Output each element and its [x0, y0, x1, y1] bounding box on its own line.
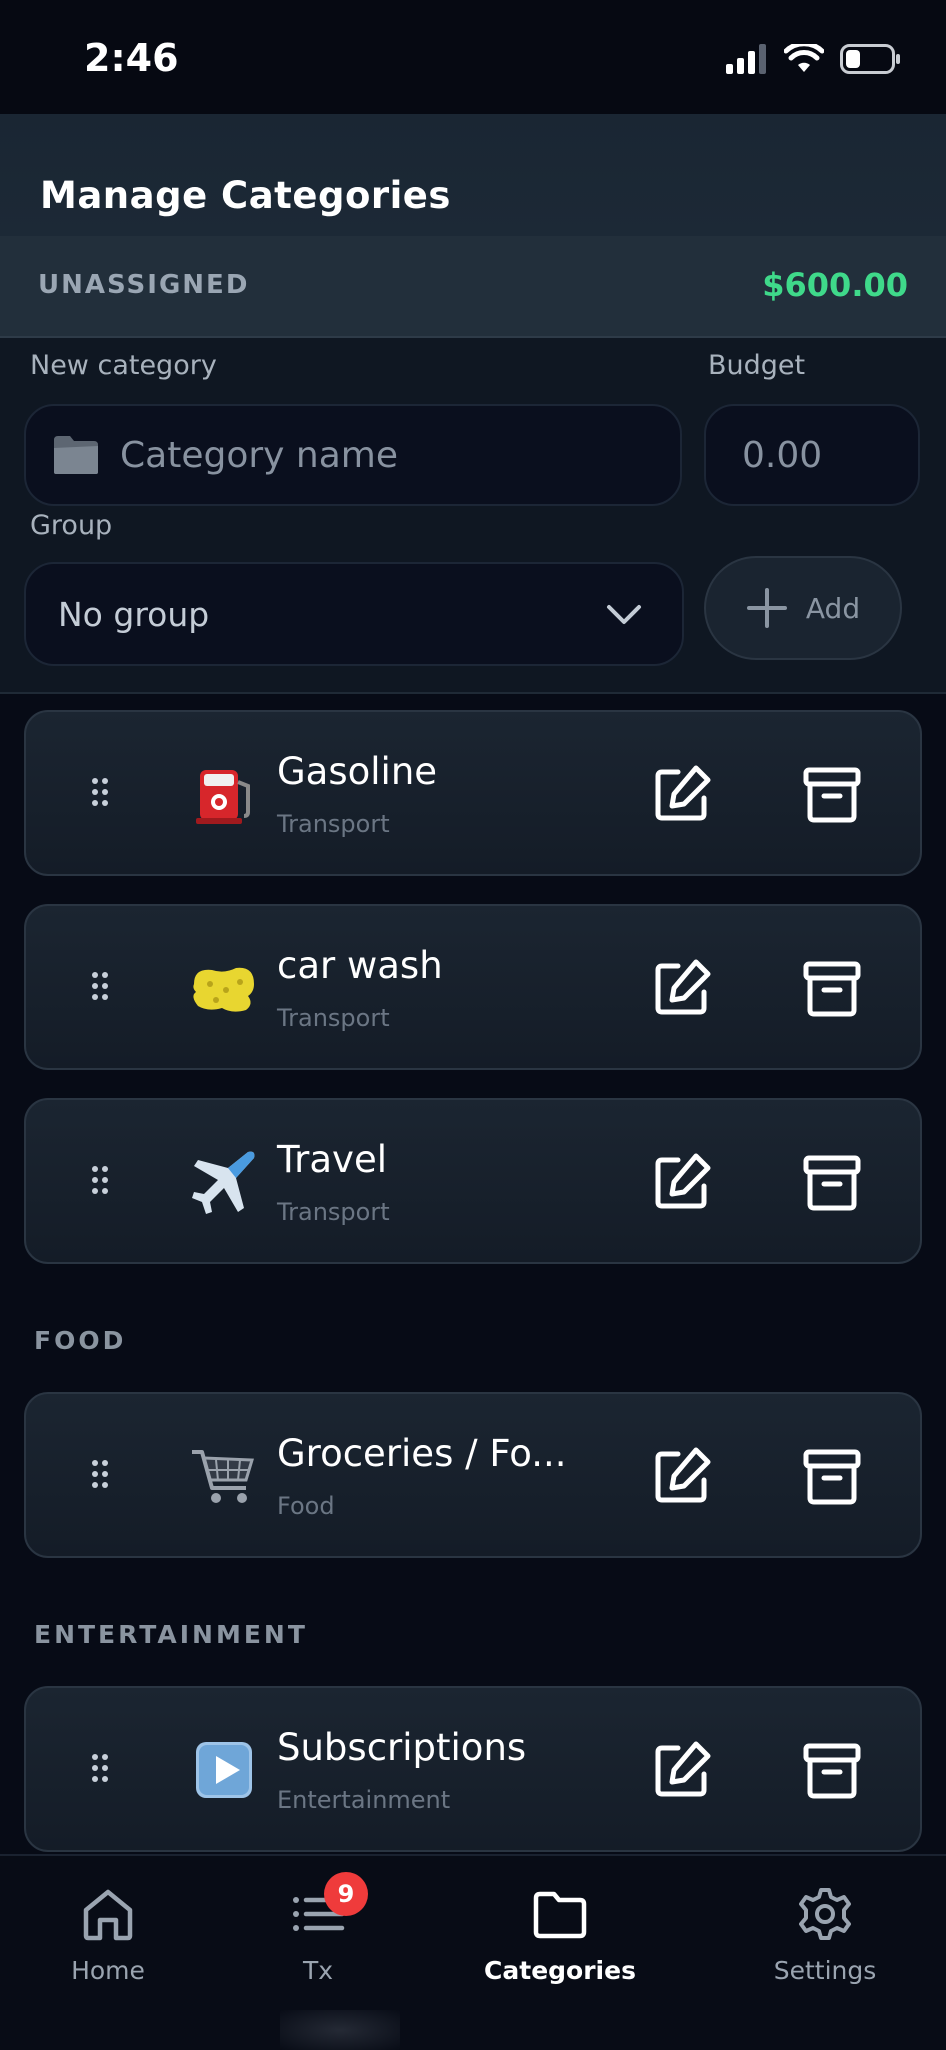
- tab-bar: Home 9 Tx Categories Settings: [0, 1854, 946, 2050]
- category-card-car-wash[interactable]: car wash Transport: [24, 904, 922, 1070]
- drag-handle-icon[interactable]: [92, 1754, 108, 1782]
- tab-settings[interactable]: Settings: [760, 1856, 890, 2050]
- status-time: 2:46: [84, 36, 179, 80]
- budget-placeholder: 0.00: [742, 434, 823, 476]
- category-group: Transport: [277, 1004, 390, 1032]
- drag-handle-icon[interactable]: [92, 1460, 108, 1488]
- signal-icon: [726, 44, 766, 74]
- header: Manage Categories: [0, 114, 946, 236]
- home-icon: [83, 1889, 133, 1941]
- category-card-subscriptions[interactable]: Subscriptions Entertainment: [24, 1686, 922, 1852]
- edit-icon[interactable]: [650, 956, 714, 1020]
- unassigned-amount: $600.00: [762, 266, 908, 304]
- page-title: Manage Categories: [40, 174, 451, 217]
- tab-label-settings: Settings: [773, 1956, 877, 1985]
- drag-handle-icon[interactable]: [92, 778, 108, 806]
- list-icon: 9: [288, 1872, 368, 1944]
- group-selected-value: No group: [58, 594, 210, 634]
- category-name: Gasoline: [277, 750, 438, 793]
- archive-icon[interactable]: [800, 1738, 864, 1802]
- fuel-pump-icon: [196, 770, 250, 824]
- edit-icon[interactable]: [650, 1738, 714, 1802]
- shopping-cart-icon: [192, 1450, 254, 1503]
- edit-icon[interactable]: [650, 1150, 714, 1214]
- category-group: Food: [277, 1492, 335, 1520]
- chevron-down-icon: [607, 605, 641, 624]
- new-category-label: New category: [30, 350, 217, 381]
- status-bar: 2:46: [0, 0, 946, 114]
- unassigned-label: UNASSIGNED: [38, 270, 250, 300]
- add-category-button[interactable]: Add: [704, 556, 902, 660]
- archive-icon[interactable]: [800, 762, 864, 826]
- tab-categories[interactable]: Categories: [480, 1856, 640, 2050]
- category-name: Subscriptions: [277, 1726, 527, 1769]
- airplane-icon: [192, 1151, 255, 1214]
- gear-icon: [799, 1888, 851, 1940]
- folder-icon: [54, 436, 98, 474]
- tab-label-tx: Tx: [302, 1956, 334, 1985]
- budget-label: Budget: [708, 350, 806, 381]
- battery-icon: [840, 44, 900, 74]
- category-name: Travel: [277, 1138, 387, 1181]
- edit-icon[interactable]: [650, 762, 714, 826]
- category-name-placeholder: Category name: [120, 434, 398, 476]
- group-select[interactable]: No group: [24, 562, 684, 666]
- add-label: Add: [805, 591, 861, 625]
- category-name: car wash: [277, 944, 443, 987]
- section-header-food: FOOD: [34, 1326, 127, 1355]
- plus-icon: [746, 588, 787, 628]
- edit-icon[interactable]: [650, 1444, 714, 1508]
- sponge-icon: [193, 967, 254, 1012]
- drag-handle-icon[interactable]: [92, 1166, 108, 1194]
- unassigned-summary: UNASSIGNED $600.00: [0, 236, 946, 338]
- archive-icon[interactable]: [800, 1444, 864, 1508]
- category-card-groceries[interactable]: Groceries / Fo... Food: [24, 1392, 922, 1558]
- category-group: Entertainment: [277, 1786, 451, 1814]
- new-category-form: New category Budget Category name 0.00 G…: [0, 338, 946, 694]
- category-group: Transport: [277, 1198, 390, 1226]
- archive-icon[interactable]: [800, 956, 864, 1020]
- category-card-gasoline[interactable]: Gasoline Transport: [24, 710, 922, 876]
- archive-icon[interactable]: [800, 1150, 864, 1214]
- category-card-travel[interactable]: Travel Transport: [24, 1098, 922, 1264]
- folder-icon: [533, 1891, 587, 1939]
- group-label: Group: [30, 510, 113, 541]
- play-button-icon: [196, 1742, 252, 1798]
- category-name-input[interactable]: Category name: [24, 404, 682, 506]
- tab-home[interactable]: Home: [48, 1856, 168, 2050]
- tab-label-home: Home: [71, 1956, 145, 1985]
- budget-input[interactable]: 0.00: [704, 404, 920, 506]
- tab-label-categories: Categories: [484, 1956, 636, 1985]
- category-group: Transport: [277, 810, 390, 838]
- category-name: Groceries / Fo...: [277, 1432, 567, 1475]
- status-icons: [726, 44, 902, 74]
- tx-count-badge: 9: [324, 1872, 368, 1916]
- drag-handle-icon[interactable]: [92, 972, 108, 1000]
- section-header-entertainment: ENTERTAINMENT: [34, 1620, 308, 1649]
- wifi-icon: [784, 44, 824, 72]
- home-indicator: [280, 2010, 400, 2050]
